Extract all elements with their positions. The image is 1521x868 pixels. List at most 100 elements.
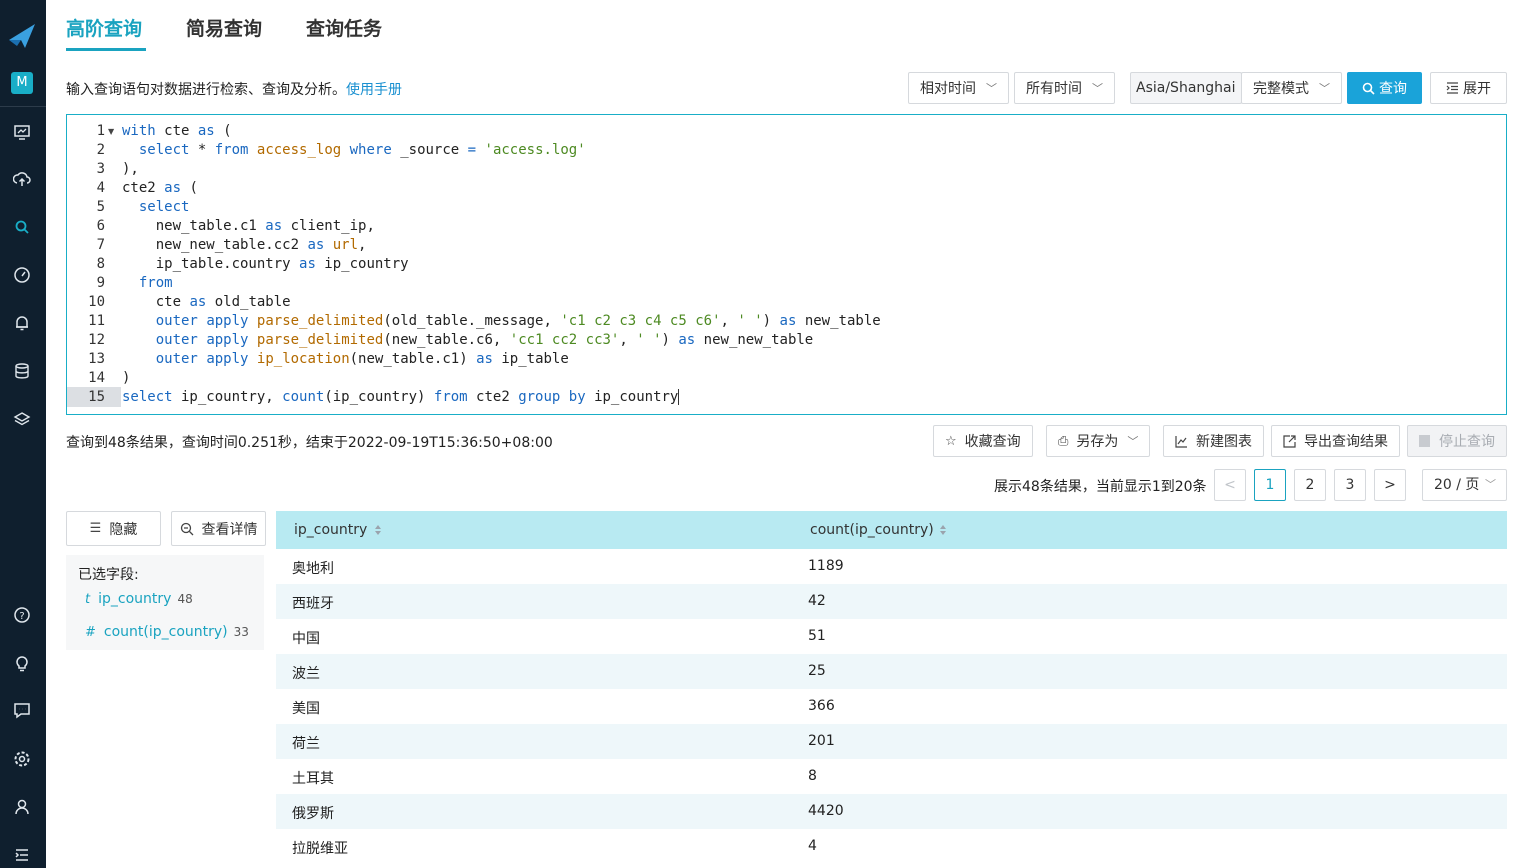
page-1-button[interactable]: 1 bbox=[1254, 469, 1286, 501]
new-chart-button[interactable]: 新建图表 bbox=[1163, 425, 1264, 457]
table-row[interactable]: 中国 51 bbox=[276, 619, 1507, 654]
user-icon[interactable] bbox=[12, 797, 32, 817]
field-item[interactable]: t ip_country 48 bbox=[85, 591, 193, 607]
sort-icon[interactable] bbox=[374, 524, 382, 536]
help-icon[interactable]: ? bbox=[12, 605, 32, 625]
code-token: where bbox=[349, 142, 392, 158]
page-size-select[interactable]: 20 / 页 ﹀ bbox=[1422, 469, 1507, 501]
code-line[interactable]: with cte as ( bbox=[122, 122, 1502, 141]
fold-arrow-icon[interactable]: ▼ bbox=[108, 127, 114, 136]
query-hint: 输入查询语句对数据进行检索、查询及分析。使用手册 bbox=[66, 79, 402, 99]
code-line[interactable]: outer apply ip_location(new_table.c1) as… bbox=[122, 350, 1502, 369]
code-line[interactable]: ip_table.country as ip_country bbox=[122, 255, 1502, 274]
code-line[interactable]: outer apply parse_delimited(new_table.c6… bbox=[122, 331, 1502, 350]
code-line[interactable]: from bbox=[122, 274, 1502, 293]
code-token: (new_table.c1) bbox=[349, 351, 477, 367]
code-line[interactable]: new_table.c1 as client_ip, bbox=[122, 217, 1502, 236]
code-token: new_table bbox=[796, 313, 881, 329]
query-editor[interactable]: ▼ 1 with cte as (2 select * from access_l… bbox=[66, 114, 1507, 415]
bell-icon[interactable] bbox=[12, 313, 32, 333]
code-token: outer bbox=[155, 351, 198, 367]
code-line[interactable]: select bbox=[122, 198, 1502, 217]
app-logo[interactable] bbox=[7, 20, 39, 52]
table-row[interactable]: 美国 366 bbox=[276, 689, 1507, 724]
dashboard-icon[interactable] bbox=[12, 122, 32, 142]
code-token: parse_delimited bbox=[256, 313, 384, 329]
code-line[interactable]: cte2 as ( bbox=[122, 179, 1502, 198]
time-range-select[interactable]: 所有时间 ﹀ bbox=[1014, 72, 1115, 104]
workspace-avatar[interactable]: M bbox=[11, 72, 33, 94]
table-row[interactable]: 土耳其 8 bbox=[276, 759, 1507, 794]
table-row[interactable]: 波兰 25 bbox=[276, 654, 1507, 689]
column-header-ip-country[interactable]: ip_country bbox=[294, 522, 367, 538]
code-line[interactable]: new_new_table.cc2 as url, bbox=[122, 236, 1502, 255]
save-as-button[interactable]: ⎙ 另存为 ﹀ bbox=[1046, 425, 1151, 457]
left-rail: M ? bbox=[0, 0, 46, 868]
code-token: client_ip, bbox=[282, 218, 375, 234]
line-number: 15 bbox=[88, 389, 105, 405]
column-header-count[interactable]: count(ip_country) bbox=[810, 522, 934, 538]
hint-text: 输入查询语句对数据进行检索、查询及分析。 bbox=[66, 82, 346, 98]
hide-fields-button[interactable]: ☰ 隐藏 bbox=[66, 511, 161, 546]
prev-page-button[interactable]: < bbox=[1214, 469, 1246, 501]
chevron-down-icon: ﹀ bbox=[986, 82, 997, 95]
code-line[interactable]: outer apply parse_delimited(old_table._m… bbox=[122, 312, 1502, 331]
code-token: ) bbox=[762, 313, 780, 329]
code-line[interactable]: select * from access_log where _source =… bbox=[122, 141, 1502, 160]
table-row[interactable]: 拉脱维亚 4 bbox=[276, 829, 1507, 864]
timezone-select[interactable]: Asia/Shanghai bbox=[1130, 72, 1242, 104]
code-token: ) bbox=[661, 332, 679, 348]
manual-link[interactable]: 使用手册 bbox=[346, 82, 402, 98]
tab-simple-query[interactable]: 简易查询 bbox=[186, 14, 262, 41]
expand-button[interactable]: 展开 bbox=[1430, 72, 1507, 104]
code-token: 'access.log' bbox=[484, 142, 586, 158]
cell-count: 42 bbox=[808, 593, 826, 609]
gauge-icon[interactable] bbox=[12, 265, 32, 285]
code-token: ( bbox=[214, 123, 232, 139]
table-row[interactable]: 奥地利 1189 bbox=[276, 549, 1507, 584]
favorite-query-button[interactable]: ☆ 收藏查询 bbox=[933, 425, 1033, 457]
code-line[interactable]: ) bbox=[122, 369, 1502, 388]
code-line[interactable]: select ip_country, count(ip_country) fro… bbox=[122, 388, 1502, 407]
code-token: 'c1 c2 c3 c4 c5 c6' bbox=[560, 313, 721, 329]
code-line[interactable]: cte as old_table bbox=[122, 293, 1502, 312]
chevron-down-icon: ﹀ bbox=[1485, 478, 1496, 491]
page-3-button[interactable]: 3 bbox=[1334, 469, 1366, 501]
code-token: from bbox=[214, 142, 249, 158]
tab-query-tasks[interactable]: 查询任务 bbox=[306, 14, 382, 41]
code-token: as bbox=[678, 332, 696, 348]
page-2-button[interactable]: 2 bbox=[1294, 469, 1326, 501]
stop-query-button[interactable]: 停止查询 bbox=[1407, 425, 1507, 457]
sort-icon[interactable] bbox=[939, 524, 947, 536]
table-row[interactable]: 俄罗斯 4420 bbox=[276, 794, 1507, 829]
cell-count: 8 bbox=[808, 768, 817, 784]
code-token: ip_country bbox=[585, 389, 679, 405]
menu-collapse-icon[interactable] bbox=[12, 845, 32, 865]
layers-icon[interactable] bbox=[12, 409, 32, 429]
line-number: 2 bbox=[96, 142, 105, 158]
selected-fields-panel: 已选字段: t ip_country 48 # count(ip_country) 33 bbox=[66, 555, 264, 650]
mode-select[interactable]: 完整模式 ﹀ bbox=[1241, 72, 1342, 104]
tab-advanced-query[interactable]: 高阶查询 bbox=[66, 14, 142, 41]
search-icon[interactable] bbox=[12, 217, 32, 237]
code-token: apply bbox=[206, 351, 249, 367]
chevron-down-icon: ﹀ bbox=[1319, 82, 1330, 95]
table-row[interactable]: 西班牙 42 bbox=[276, 584, 1507, 619]
bulb-icon[interactable] bbox=[12, 653, 32, 673]
code-line[interactable]: ), bbox=[122, 160, 1502, 179]
table-row[interactable]: 荷兰 201 bbox=[276, 724, 1507, 759]
relative-time-select[interactable]: 相对时间 ﹀ bbox=[908, 72, 1009, 104]
message-icon[interactable] bbox=[12, 700, 32, 720]
code-token: = bbox=[467, 142, 477, 158]
settings-icon[interactable] bbox=[12, 749, 32, 769]
upload-icon[interactable] bbox=[12, 169, 32, 189]
next-page-button[interactable]: > bbox=[1374, 469, 1406, 501]
query-button[interactable]: 查询 bbox=[1347, 72, 1422, 104]
export-results-button[interactable]: 导出查询结果 bbox=[1271, 425, 1400, 457]
view-details-button[interactable]: 查看详情 bbox=[171, 511, 266, 546]
field-item[interactable]: # count(ip_country) 33 bbox=[85, 624, 249, 640]
database-icon[interactable] bbox=[12, 361, 32, 381]
